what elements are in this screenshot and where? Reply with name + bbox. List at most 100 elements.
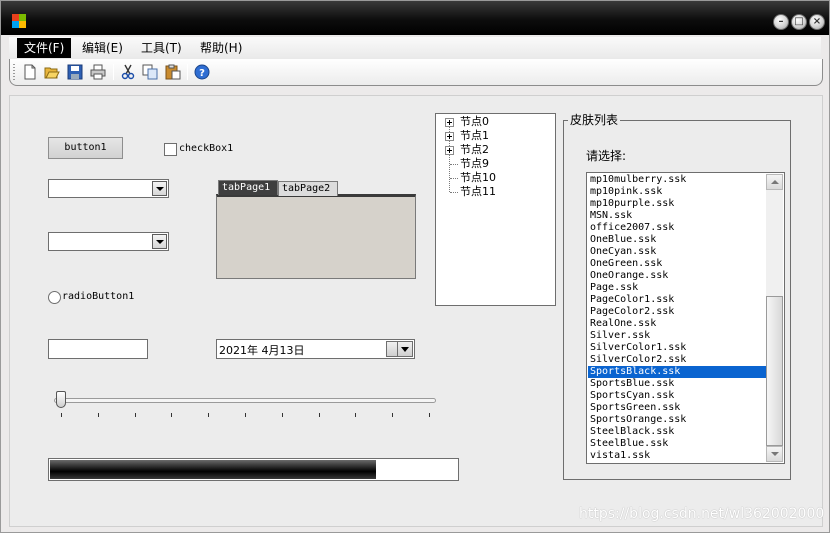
list-item[interactable]: mp10purple.ssk bbox=[588, 198, 767, 210]
expand-plus-icon[interactable] bbox=[445, 118, 454, 127]
toolbar: ? bbox=[9, 59, 823, 86]
tree-node-label: 节点0 bbox=[460, 115, 489, 128]
list-item[interactable]: SportsGreen.ssk bbox=[588, 402, 767, 414]
trackbar-thumb[interactable] bbox=[56, 391, 66, 408]
list-item[interactable]: SteelBlue.ssk bbox=[588, 438, 767, 450]
trackbar-tick bbox=[392, 413, 393, 417]
skin-list-box[interactable]: mp10mulberry.ssk mp10pink.ssk mp10purple.s… bbox=[586, 172, 785, 464]
minimize-icon[interactable]: – bbox=[773, 14, 789, 30]
list-item[interactable]: Page.ssk bbox=[588, 282, 767, 294]
list-item[interactable]: SilverColor1.ssk bbox=[588, 342, 767, 354]
list-item[interactable]: RealOne.ssk bbox=[588, 318, 767, 330]
tree-node-label: 节点2 bbox=[460, 143, 489, 156]
trackbar-tick bbox=[282, 413, 283, 417]
trackbar-tick bbox=[208, 413, 209, 417]
list-item[interactable]: mp10mulberry.ssk bbox=[588, 174, 767, 186]
paste-icon[interactable] bbox=[165, 64, 181, 80]
menu-help[interactable]: 帮助(H) bbox=[193, 38, 249, 58]
list-item[interactable]: SilverColor2.ssk bbox=[588, 354, 767, 366]
copy-icon[interactable] bbox=[142, 64, 158, 80]
list-item[interactable]: SportsOrange.ssk bbox=[588, 414, 767, 426]
list-item[interactable]: MSN.ssk bbox=[588, 210, 767, 222]
menu-tools[interactable]: 工具(T) bbox=[134, 38, 189, 58]
tab-page-1[interactable]: tabPage1 bbox=[218, 180, 278, 195]
checkbox1-label[interactable]: checkBox1 bbox=[179, 143, 233, 154]
skin-group-title: 皮肤列表 bbox=[568, 111, 621, 128]
list-item[interactable]: SportsBlue.ssk bbox=[588, 378, 767, 390]
list-item[interactable]: OneGreen.ssk bbox=[588, 258, 767, 270]
help-icon[interactable]: ? bbox=[194, 64, 210, 80]
trackbar-tick bbox=[245, 413, 246, 417]
tree-connector bbox=[450, 164, 458, 165]
tree-view[interactable]: 节点0 节点1 节点2 节点9 节点10 节点11 bbox=[435, 113, 556, 306]
title-bar[interactable]: – □ × bbox=[1, 1, 829, 35]
text-box-1[interactable] bbox=[48, 339, 148, 359]
combo-box-1[interactable] bbox=[48, 179, 169, 198]
new-icon[interactable] bbox=[22, 64, 38, 80]
close-icon[interactable]: × bbox=[809, 14, 825, 30]
expand-plus-icon[interactable] bbox=[445, 132, 454, 141]
tree-node[interactable]: 节点11 bbox=[436, 185, 554, 199]
tree-node[interactable]: 节点0 bbox=[436, 115, 554, 129]
tree-node-label: 节点1 bbox=[460, 129, 489, 142]
list-item[interactable]: OneBlue.ssk bbox=[588, 234, 767, 246]
list-item[interactable]: OneOrange.ssk bbox=[588, 270, 767, 282]
date-picker[interactable]: 2021年 4月13日 bbox=[216, 339, 415, 359]
trackbar-tick bbox=[135, 413, 136, 417]
calendar-dropdown-icon[interactable] bbox=[386, 341, 413, 357]
tree-node-label: 节点11 bbox=[460, 185, 496, 198]
scroll-up-icon[interactable] bbox=[766, 174, 783, 190]
tree-node-label: 节点10 bbox=[460, 171, 496, 184]
trackbar-tick bbox=[61, 413, 62, 417]
radio-button-1-label[interactable]: radioButton1 bbox=[62, 291, 134, 302]
toolbar-grip[interactable] bbox=[13, 64, 15, 80]
chevron-down-icon[interactable] bbox=[152, 234, 167, 249]
list-item[interactable]: PageColor2.ssk bbox=[588, 306, 767, 318]
trackbar-tick bbox=[171, 413, 172, 417]
list-item[interactable]: PageColor1.ssk bbox=[588, 294, 767, 306]
toolbar-separator bbox=[113, 64, 114, 80]
combo-box-2[interactable] bbox=[48, 232, 169, 251]
app-icon[interactable] bbox=[12, 14, 26, 28]
expand-plus-icon[interactable] bbox=[445, 146, 454, 155]
list-item[interactable]: SteelBlack.ssk bbox=[588, 426, 767, 438]
save-icon[interactable] bbox=[67, 64, 83, 80]
tree-node[interactable]: 节点10 bbox=[436, 171, 554, 185]
tree-connector bbox=[450, 192, 458, 193]
date-picker-value: 2021年 4月13日 bbox=[219, 344, 305, 357]
list-item[interactable]: SportsBlack.ssk bbox=[588, 366, 767, 378]
list-item[interactable]: SportsCyan.ssk bbox=[588, 390, 767, 402]
chevron-down-icon[interactable] bbox=[152, 181, 167, 196]
list-item[interactable]: OneCyan.ssk bbox=[588, 246, 767, 258]
trackbar-track[interactable] bbox=[54, 398, 436, 403]
toolbar-separator bbox=[187, 64, 188, 80]
menu-edit[interactable]: 编辑(E) bbox=[75, 38, 130, 58]
tab-page-2[interactable]: tabPage2 bbox=[278, 181, 338, 196]
trackbar-tick bbox=[355, 413, 356, 417]
print-icon[interactable] bbox=[90, 64, 106, 80]
list-item[interactable]: office2007.ssk bbox=[588, 222, 767, 234]
tab-page-body bbox=[216, 194, 416, 279]
tree-node[interactable]: 节点9 bbox=[436, 157, 554, 171]
progress-bar bbox=[48, 458, 459, 481]
checkbox1[interactable] bbox=[164, 143, 177, 156]
cut-icon[interactable] bbox=[120, 64, 136, 80]
button1[interactable]: button1 bbox=[48, 137, 123, 159]
radio-button-1[interactable] bbox=[48, 291, 61, 304]
list-item[interactable]: Silver.ssk bbox=[588, 330, 767, 342]
menu-file[interactable]: 文件(F) bbox=[17, 38, 72, 58]
skin-list-scrollbar[interactable] bbox=[766, 174, 783, 462]
menu-bar: 文件(F) 编辑(E) 工具(T) 帮助(H) bbox=[9, 37, 821, 59]
tree-node[interactable]: 节点2 bbox=[436, 143, 554, 157]
tree-connector bbox=[450, 178, 458, 179]
list-item[interactable]: mp10pink.ssk bbox=[588, 186, 767, 198]
open-icon[interactable] bbox=[44, 64, 60, 80]
scroll-down-icon[interactable] bbox=[766, 446, 783, 462]
main-window: – □ × 文件(F) 编辑(E) 工具(T) 帮助(H) ? button1 … bbox=[0, 0, 830, 533]
svg-text:?: ? bbox=[199, 68, 205, 79]
tree-node-label: 节点9 bbox=[460, 157, 489, 170]
list-item[interactable]: vista1.ssk bbox=[588, 450, 767, 462]
scrollbar-thumb[interactable] bbox=[766, 296, 783, 446]
tree-node[interactable]: 节点1 bbox=[436, 129, 554, 143]
maximize-icon[interactable]: □ bbox=[791, 14, 807, 30]
